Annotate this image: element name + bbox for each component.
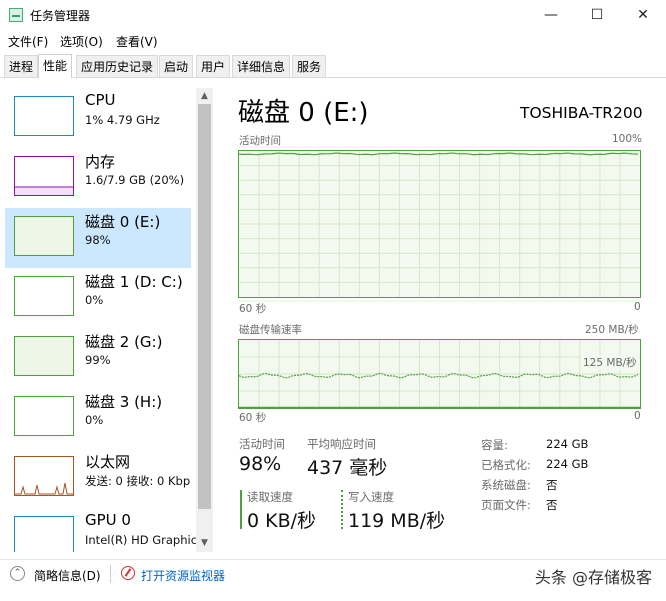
disk-2-thumbnail [14, 336, 74, 376]
sidebar-item-ethernet[interactable]: 以太网 发送: 0 接收: 0 Kbp [5, 448, 191, 508]
maximize-button[interactable]: ☐ [574, 0, 620, 30]
resource-sidebar: CPU 1% 4.79 GHz 内存 1.6/7.9 GB (20%) 磁盘 0… [0, 83, 215, 552]
write-speed-marker [341, 490, 343, 529]
read-speed-marker [240, 490, 242, 529]
transfer-graph-label: 磁盘传输速率 [239, 324, 302, 336]
sidebar-item-title: GPU 0 [85, 511, 131, 529]
ethernet-activity-spikes [15, 482, 73, 495]
write-speed-value: 119 MB/秒 [348, 510, 446, 532]
formatted-label: 已格式化: [481, 458, 531, 472]
window-title: 任务管理器 [30, 9, 91, 23]
activity-graph-x-left: 60 秒 [239, 303, 267, 315]
task-manager-icon [9, 8, 23, 22]
sidebar-item-subtitle: Intel(R) HD Graphic [85, 533, 198, 547]
sidebar-item-subtitle: 0% [85, 413, 104, 427]
sidebar-item-disk-2[interactable]: 磁盘 2 (G:) 99% [5, 328, 191, 388]
transfer-graph-x-right: 0 [634, 410, 641, 422]
sidebar-item-title: 以太网 [85, 453, 131, 471]
tab-app-history[interactable]: 应用历史记录 [76, 55, 159, 77]
device-model: TOSHIBA-TR200 [520, 104, 643, 122]
sidebar-item-title: 磁盘 1 (D: C:) [85, 273, 183, 291]
sidebar-item-subtitle: 99% [85, 353, 111, 367]
resource-monitor-icon [121, 566, 135, 580]
active-time-value: 98% [239, 453, 282, 475]
scroll-down-arrow-icon[interactable]: ▼ [196, 536, 213, 550]
tab-performance[interactable]: 性能 [38, 54, 73, 78]
sidebar-item-disk-3[interactable]: 磁盘 3 (H:) 0% [5, 388, 191, 448]
response-time-value: 437 毫秒 [307, 457, 388, 479]
read-speed-label: 读取速度 [247, 490, 293, 504]
scrollbar-thumb[interactable] [198, 104, 211, 509]
sidebar-item-cpu[interactable]: CPU 1% 4.79 GHz [5, 88, 191, 148]
sidebar-item-memory[interactable]: 内存 1.6/7.9 GB (20%) [5, 148, 191, 208]
sidebar-item-disk-0[interactable]: 磁盘 0 (E:) 98% [5, 208, 191, 268]
tab-processes[interactable]: 进程 [4, 55, 39, 77]
memory-usage-fill [15, 186, 73, 195]
sidebar-item-subtitle: 98% [85, 233, 111, 247]
active-time-label: 活动时间 [239, 437, 285, 451]
activity-graph-max: 100% [612, 133, 643, 145]
sidebar-item-title: 磁盘 2 (G:) [85, 333, 163, 351]
activity-time-graph [238, 150, 641, 298]
read-speed-value: 0 KB/秒 [247, 510, 317, 532]
close-button[interactable]: ✕ [620, 0, 666, 30]
page-file-value: 否 [546, 498, 558, 512]
activity-graph-x-right: 0 [634, 301, 641, 313]
page-file-label: 页面文件: [481, 498, 531, 512]
tab-users[interactable]: 用户 [196, 55, 231, 77]
sidebar-item-title: CPU [85, 91, 116, 109]
disk-1-thumbnail [14, 276, 74, 316]
activity-graph-label: 活动时间 [239, 135, 281, 147]
memory-thumbnail [14, 156, 74, 196]
disk-0-thumbnail [14, 216, 74, 256]
menu-file[interactable]: 文件(F) [8, 33, 48, 50]
sidebar-item-subtitle: 0% [85, 293, 104, 307]
sidebar-item-subtitle: 1.6/7.9 GB (20%) [85, 173, 185, 187]
minimize-button[interactable]: — [528, 0, 574, 30]
fewer-details-link[interactable]: 简略信息(D) [34, 567, 101, 584]
sidebar-item-title: 磁盘 0 (E:) [85, 213, 161, 231]
transfer-graph-max: 250 MB/秒 [585, 324, 639, 336]
tab-services[interactable]: 服务 [292, 55, 327, 77]
tab-startup[interactable]: 启动 [159, 55, 194, 77]
write-speed-label: 写入速度 [348, 490, 394, 504]
system-disk-label: 系统磁盘: [481, 478, 531, 492]
footer-divider [110, 565, 111, 583]
disk-3-thumbnail [14, 396, 74, 436]
ethernet-thumbnail [14, 456, 74, 496]
response-time-label: 平均响应时间 [307, 437, 376, 451]
chevron-up-icon[interactable]: ⌃ [10, 566, 25, 581]
capacity-label: 容量: [481, 438, 508, 452]
sidebar-item-subtitle: 发送: 0 接收: 0 Kbp [85, 474, 191, 488]
sidebar-item-title: 内存 [85, 153, 116, 171]
page-title: 磁盘 0 (E:) [238, 98, 369, 128]
menu-view[interactable]: 查看(V) [116, 33, 158, 50]
watermark: 头条 @存储极客 [534, 568, 652, 587]
transfer-rate-graph [238, 339, 641, 409]
sidebar-item-disk-1[interactable]: 磁盘 1 (D: C:) 0% [5, 268, 191, 328]
tab-details[interactable]: 详细信息 [232, 55, 291, 77]
sidebar-item-title: 磁盘 3 (H:) [85, 393, 163, 411]
system-disk-value: 否 [546, 478, 558, 492]
gpu-thumbnail [14, 516, 74, 552]
capacity-value: 224 GB [546, 437, 589, 451]
scroll-up-arrow-icon[interactable]: ▲ [196, 89, 213, 103]
formatted-value: 224 GB [546, 457, 589, 471]
transfer-graph-x-left: 60 秒 [239, 412, 267, 424]
menu-options[interactable]: 选项(O) [60, 33, 103, 50]
cpu-thumbnail [14, 96, 74, 136]
open-resource-monitor-link[interactable]: 打开资源监视器 [141, 567, 225, 584]
sidebar-item-gpu[interactable]: GPU 0 Intel(R) HD Graphic [5, 508, 197, 552]
transfer-graph-mid: 125 MB/秒 [581, 355, 639, 370]
sidebar-item-subtitle: 1% 4.79 GHz [85, 113, 160, 127]
